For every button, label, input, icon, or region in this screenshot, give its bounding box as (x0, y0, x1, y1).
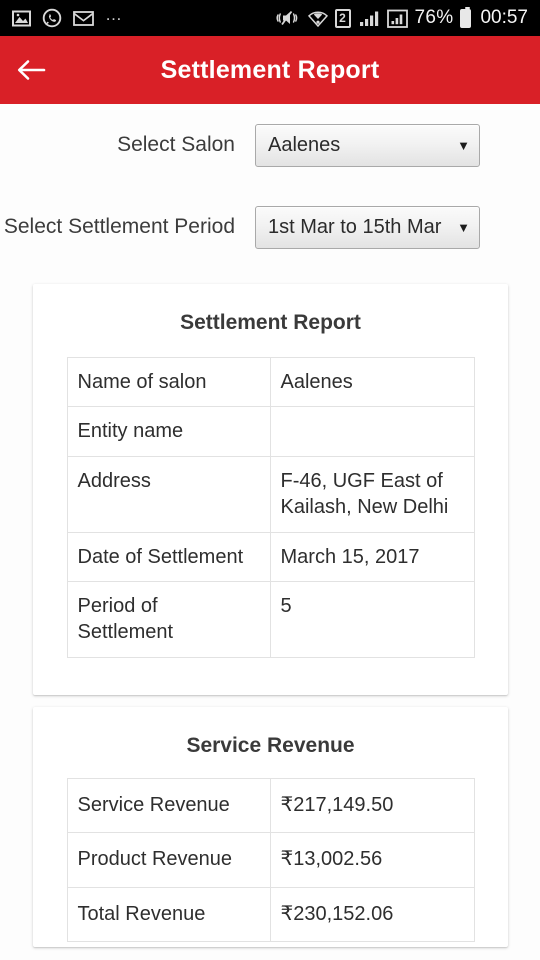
chevron-down-icon: ▼ (457, 219, 470, 235)
salon-selector-row: Select Salon Aalenes ▼ (0, 104, 540, 186)
table-row: Name of salon Aalenes (66, 356, 475, 408)
row-value: F-46, UGF East of Kailash, New Delhi (269, 455, 475, 533)
settlement-report-card-title: Settlement Report (180, 311, 361, 334)
battery-icon (460, 6, 472, 28)
settlement-report-card: Settlement Report Name of salon Aalenes … (33, 284, 508, 695)
sim2-icon: 2 (334, 8, 351, 28)
service-revenue-card: Service Revenue Service Revenue ₹217,149… (33, 707, 508, 947)
row-value: 5 (269, 580, 475, 658)
row-value: ₹217,149.50 (269, 777, 475, 834)
table-row: Address F-46, UGF East of Kailash, New D… (66, 455, 475, 533)
table-row: Entity name (66, 406, 475, 457)
table-row: Period of Settlement 5 (66, 580, 475, 658)
mail-icon (73, 10, 94, 26)
page-title: Settlement Report (160, 55, 380, 84)
settlement-period-label: Select Settlement Period (3, 215, 235, 238)
row-value: Aalenes (269, 356, 475, 408)
row-key: Entity name (66, 406, 271, 457)
status-bar-notifications: … (12, 5, 124, 28)
row-key: Total Revenue (66, 886, 271, 943)
chevron-down-icon: ▼ (457, 137, 470, 153)
row-key: Date of Settlement (66, 531, 271, 582)
vibrate-mute-icon (275, 8, 301, 28)
table-row: Date of Settlement March 15, 2017 (66, 531, 475, 582)
back-button[interactable] (0, 36, 62, 104)
image-icon (12, 10, 31, 27)
table-row: Service Revenue ₹217,149.50 (66, 777, 475, 834)
app-bar: Settlement Report (0, 36, 540, 104)
table-row: Total Revenue ₹230,152.06 (66, 886, 475, 943)
overflow-dots-icon: … (105, 5, 124, 24)
status-bar-clock: 00:57 (480, 7, 528, 28)
status-bar-system: 2 76% 00:57 (275, 6, 528, 29)
app-screen: … 2 76% 00:57 Settlement Report Select S… (0, 0, 540, 960)
settlement-period-dropdown-value: 1st Mar to 15th Mar (268, 215, 442, 238)
selector-section: Select Salon Aalenes ▼ Select Settlement… (0, 104, 540, 268)
status-bar: … 2 76% 00:57 (0, 0, 540, 36)
settlement-period-dropdown[interactable]: 1st Mar to 15th Mar ▼ (255, 205, 480, 249)
row-key: Service Revenue (66, 777, 271, 834)
settlement-period-selector-row: Select Settlement Period 1st Mar to 15th… (0, 186, 540, 268)
salon-label: Select Salon (117, 133, 235, 156)
table-row: Product Revenue ₹13,002.56 (66, 832, 475, 888)
arrow-left-icon (17, 60, 46, 80)
whatsapp-icon (42, 8, 62, 28)
row-key: Address (66, 455, 271, 533)
row-key: Period of Settlement (66, 580, 271, 658)
row-key: Product Revenue (66, 832, 271, 888)
settlement-report-table: Name of salon Aalenes Entity name Addres… (66, 356, 475, 658)
row-value (269, 406, 475, 457)
row-value: March 15, 2017 (269, 531, 475, 582)
row-key: Name of salon (66, 356, 271, 408)
row-value: ₹230,152.06 (269, 886, 475, 943)
salon-dropdown[interactable]: Aalenes ▼ (255, 123, 480, 167)
service-revenue-table: Service Revenue ₹217,149.50 Product Reve… (66, 777, 475, 943)
salon-dropdown-value: Aalenes (268, 133, 341, 156)
row-value: ₹13,002.56 (269, 832, 475, 888)
battery-percent: 76% (414, 7, 454, 28)
service-revenue-card-title: Service Revenue (186, 734, 355, 757)
signal-alt-icon (386, 9, 408, 28)
wifi-icon (307, 9, 328, 27)
signal-icon (358, 9, 380, 27)
